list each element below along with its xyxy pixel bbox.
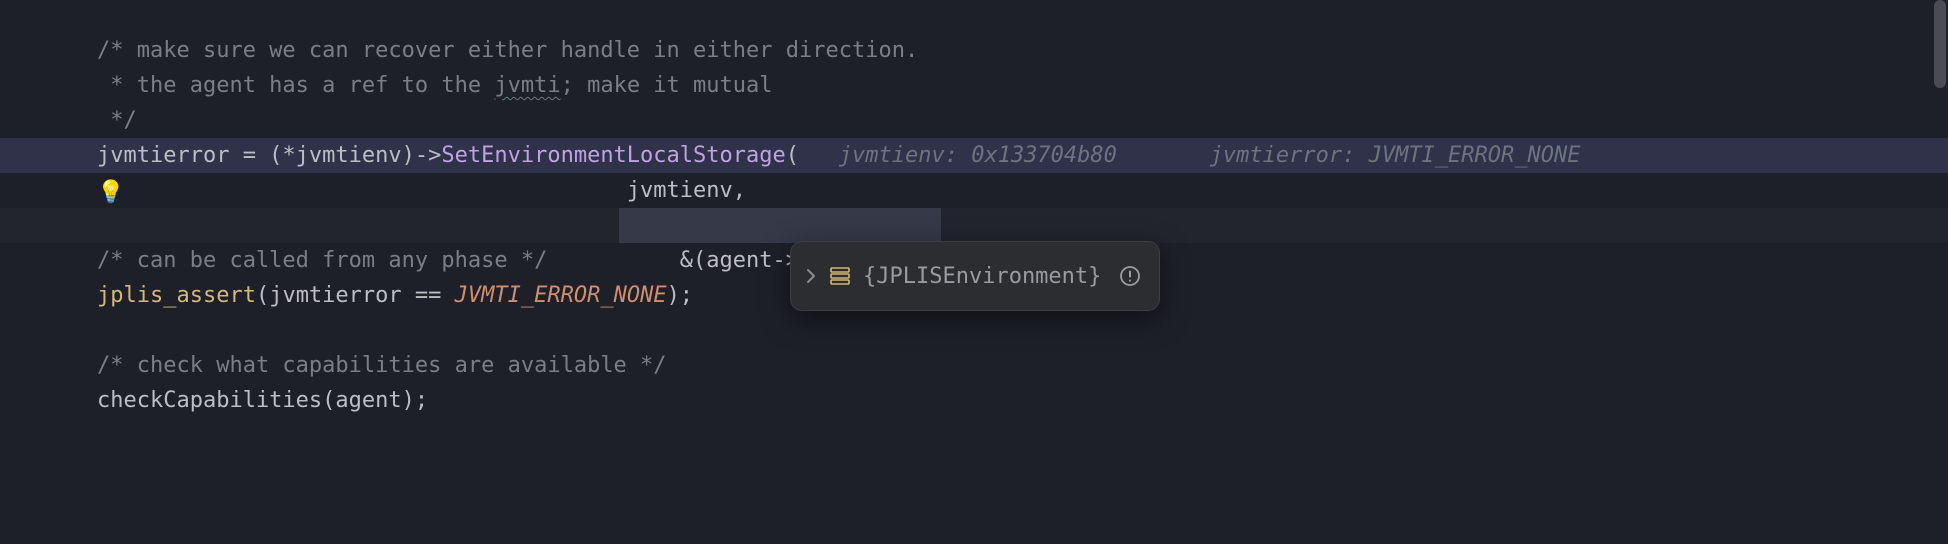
- paren: (: [786, 143, 799, 168]
- method-call: SetEnvironmentLocalStorage: [441, 143, 785, 168]
- code-line-current[interactable]: jvmtierror = (*jvmtienv)->SetEnvironment…: [0, 138, 1948, 173]
- scrollbar-thumb[interactable]: [1934, 0, 1946, 88]
- code-text: jvmtienv,: [627, 178, 746, 203]
- code-line[interactable]: * the agent has a ref to the jvmti; make…: [0, 68, 1948, 103]
- code-line-blank[interactable]: [0, 313, 1948, 348]
- code-line[interactable]: */: [0, 103, 1948, 138]
- code-text: );: [667, 283, 694, 308]
- code-text: (jvmtierror ==: [256, 283, 455, 308]
- code-text: checkCapabilities(agent);: [97, 388, 428, 413]
- selection-highlight: [619, 208, 941, 243]
- code-editor[interactable]: /* make sure we can recover either handl…: [0, 0, 1948, 418]
- chevron-right-icon[interactable]: [805, 268, 817, 284]
- comment-text: */: [97, 108, 137, 133]
- function-call: jplis_assert: [97, 283, 256, 308]
- comment-text: /* can be called from any phase */: [97, 248, 547, 273]
- warning-icon[interactable]: [1119, 265, 1141, 287]
- comment-text: /* make sure we can recover either handl…: [97, 38, 918, 63]
- inlay-hint-label: jvmtierror:: [1210, 143, 1369, 168]
- comment-text: /* check what capabilities are available…: [97, 353, 667, 378]
- code-line[interactable]: checkCapabilities(agent);: [0, 383, 1948, 418]
- code-line[interactable]: /* make sure we can recover either handl…: [0, 33, 1948, 68]
- code-text: jvmtierror = (*jvmtienv)->: [97, 143, 441, 168]
- indent: [97, 178, 627, 203]
- intention-bulb-icon[interactable]: 💡: [97, 182, 124, 204]
- typo-word[interactable]: jvmti: [494, 73, 560, 98]
- code-line[interactable]: /* check what capabilities are available…: [0, 348, 1948, 383]
- struct-icon: [829, 265, 851, 287]
- comment-text: ; make it mutual: [561, 73, 773, 98]
- inlay-hint-value: 0x133704b80: [971, 143, 1117, 168]
- inlay-hint-value: JVMTI_ERROR_NONE: [1369, 143, 1581, 168]
- tooltip-value: {JPLISEnvironment}: [863, 259, 1107, 294]
- comment-text: * the agent has a ref to the: [97, 73, 494, 98]
- code-line[interactable]: jvmtienv,: [0, 173, 1948, 208]
- evaluate-tooltip[interactable]: {JPLISEnvironment}: [790, 241, 1160, 311]
- inlay-hint-label: jvmtienv:: [839, 143, 971, 168]
- code-line-cursor[interactable]: &(agent->mNormalEnvironment));: [0, 208, 1948, 243]
- constant: JVMTI_ERROR_NONE: [455, 283, 667, 308]
- vertical-scrollbar[interactable]: [1932, 0, 1948, 418]
